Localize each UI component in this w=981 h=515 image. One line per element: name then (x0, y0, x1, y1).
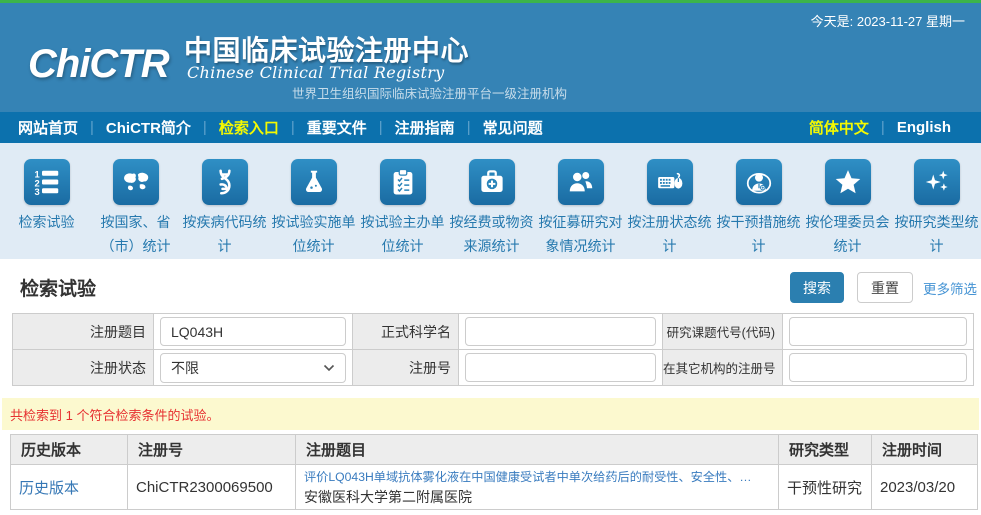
field-label-study-code: 研究课题代号(代码) (663, 314, 783, 350)
people-icon (566, 167, 596, 197)
quick-stats-by-study-type[interactable]: 按研究类型统计 (892, 155, 981, 259)
world-map-icon (121, 167, 151, 197)
dna-icon (210, 167, 240, 197)
numbered-list-icon: 123 (32, 167, 62, 197)
col-registration-title: 注册题目 (296, 435, 779, 465)
search-section-title: 检索试验 (20, 274, 96, 301)
study-type-cell: 干预性研究 (779, 465, 872, 510)
scientific-name-input[interactable] (465, 317, 656, 346)
keyboard-mouse-icon (655, 167, 685, 197)
sparkles-icon (922, 167, 952, 197)
quick-stats-by-implementing-unit[interactable]: 按试验实施单位统计 (269, 155, 358, 259)
chevron-down-icon (323, 364, 335, 372)
doctor-icon (744, 167, 774, 197)
field-label-scientific-name: 正式科学名 (353, 314, 459, 350)
registration-number-input[interactable] (465, 353, 656, 382)
quick-stats-by-registration-status[interactable]: 按注册状态统计 (625, 155, 714, 259)
nav-important-docs[interactable]: 重要文件 (307, 117, 367, 138)
main-nav: 网站首页 | ChiCTR简介 | 检索入口 | 重要文件 | 注册指南 | 常… (0, 112, 981, 143)
study-code-input[interactable] (789, 317, 967, 346)
quick-stats-by-intervention[interactable]: 按干预措施统计 (714, 155, 803, 259)
quick-search-trials[interactable]: 123 检索试验 (2, 155, 91, 259)
lang-simplified-chinese[interactable]: 简体中文 (809, 117, 869, 138)
flask-icon (299, 167, 329, 197)
registration-date-cell: 2023/03/20 (872, 465, 978, 510)
quick-stats-by-region[interactable]: 按国家、省（市）统计 (91, 155, 180, 259)
quick-stats-by-funding-source[interactable]: 按经费或物资来源统计 (447, 155, 536, 259)
quick-stats-by-disease-code[interactable]: 按疾病代码统计 (180, 155, 269, 259)
search-button[interactable]: 搜索 (790, 272, 844, 303)
registration-title-input[interactable] (160, 317, 346, 346)
quick-stats-by-recruitment-status[interactable]: 按征募研究对象情况统计 (536, 155, 625, 259)
result-summary: 共检索到 1 个符合检索条件的试验。 (2, 398, 979, 430)
nav-home[interactable]: 网站首页 (18, 117, 78, 138)
nav-registration-guide[interactable]: 注册指南 (395, 117, 455, 138)
site-title-en: Chinese Clinical Trial Registry (187, 63, 445, 82)
nav-search-entry[interactable]: 检索入口 (219, 117, 279, 138)
field-label-registration-status: 注册状态 (13, 350, 154, 386)
site-header: 今天是: 2023-11-27 星期一 ChiCTR 中国临床试验注册中心 Ch… (0, 3, 981, 112)
more-filters-link[interactable]: 更多筛选 (923, 278, 977, 298)
col-registration-number: 注册号 (128, 435, 296, 465)
result-row: 历史版本 ChiCTR2300069500 评价LQ043H单域抗体雾化液在中国… (11, 465, 978, 510)
col-registration-date: 注册时间 (872, 435, 978, 465)
star-icon (833, 167, 863, 197)
today-date: 今天是: 2023-11-27 星期一 (811, 11, 965, 30)
field-label-registration-title: 注册题目 (13, 314, 154, 350)
medical-bag-icon (477, 167, 507, 197)
nav-about[interactable]: ChiCTR简介 (106, 117, 191, 138)
quick-stats-by-ethics-committee[interactable]: 按伦理委员会统计 (803, 155, 892, 259)
search-form: 注册题目 正式科学名 研究课题代号(代码) 注册状态 不限 注册号 在其它机构的… (12, 313, 974, 386)
col-study-type: 研究类型 (779, 435, 872, 465)
field-label-other-registration-number: 在其它机构的注册号 (663, 350, 783, 386)
nav-faq[interactable]: 常见问题 (483, 117, 543, 138)
other-registration-number-input[interactable] (789, 353, 967, 382)
trial-org: 安徽医科大学第二附属医院 (304, 487, 770, 507)
clipboard-icon (388, 167, 418, 197)
quick-stats-bar: 123 检索试验 按国家、省（市）统计 按疾病代码统计 按试验实施单位统计 按试… (0, 143, 981, 259)
trial-title-link[interactable]: 评价LQ043H单域抗体雾化液在中国健康受试者中单次给药后的耐受性、安全性、… (304, 467, 770, 487)
site-slogan: 世界卫生组织国际临床试验注册平台一级注册机构 (292, 83, 567, 102)
svg-text:3: 3 (34, 187, 39, 197)
results-table: 历史版本 注册号 注册题目 研究类型 注册时间 历史版本 ChiCTR23000… (10, 434, 978, 510)
history-version-link[interactable]: 历史版本 (19, 480, 79, 497)
col-history-version: 历史版本 (11, 435, 128, 465)
registration-number-cell: ChiCTR2300069500 (128, 465, 296, 510)
quick-stats-by-sponsor-unit[interactable]: 按试验主办单位统计 (358, 155, 447, 259)
registration-status-select[interactable]: 不限 (160, 353, 346, 383)
reset-button[interactable]: 重置 (857, 272, 913, 303)
lang-english[interactable]: English (897, 119, 951, 136)
field-label-registration-number: 注册号 (353, 350, 459, 386)
chictr-logo[interactable]: ChiCTR (28, 41, 169, 87)
